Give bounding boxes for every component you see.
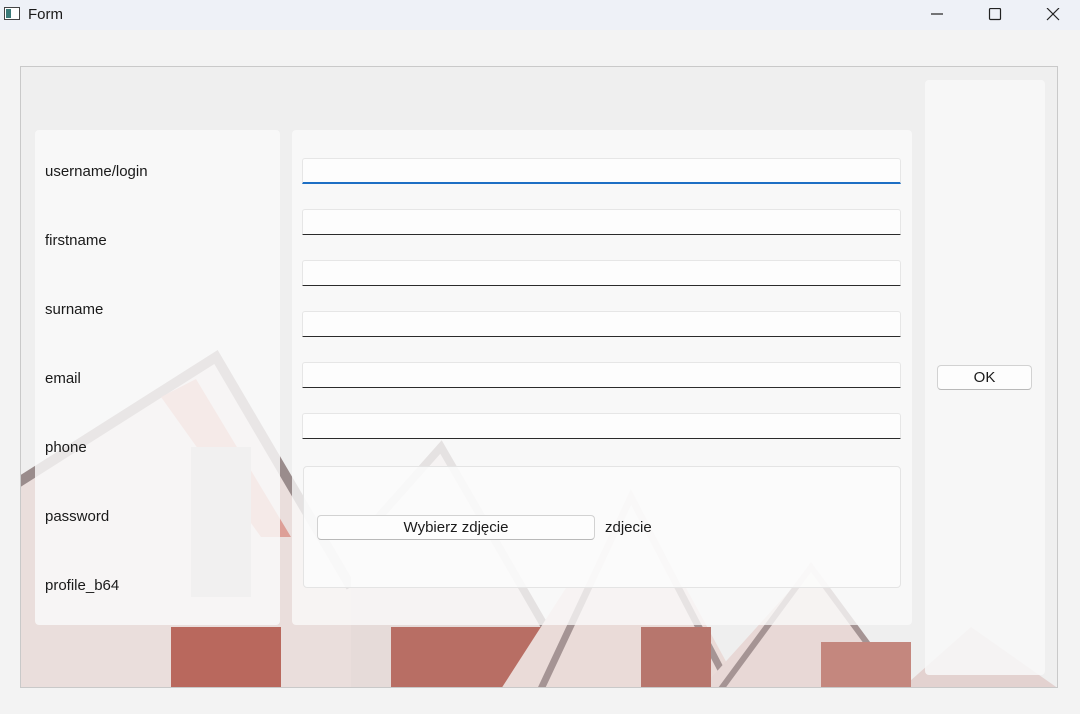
title-bar: Form [0,0,1080,30]
firstname-input[interactable] [302,209,901,235]
minimize-button[interactable] [908,0,966,30]
form-canvas: username/login firstname surname email p… [20,66,1058,688]
profile-photo-group: Wybierz zdjęcie zdjecie [303,466,901,588]
email-input[interactable] [302,311,901,337]
phone-label: phone [45,439,87,456]
username-login-label: username/login [45,163,148,180]
labels-panel: username/login firstname surname email p… [35,130,280,625]
surname-input[interactable] [302,260,901,286]
ok-button[interactable]: OK [937,365,1032,390]
close-button[interactable] [1024,0,1080,30]
surname-label: surname [45,301,104,318]
password-input[interactable] [302,413,901,439]
email-label: email [45,370,81,387]
app-icon [4,7,20,20]
window-title: Form [28,6,63,23]
fields-panel: Wybierz zdjęcie zdjecie [292,130,912,625]
firstname-label: firstname [45,232,107,249]
username-login-input[interactable] [302,158,901,184]
maximize-button[interactable] [966,0,1024,30]
password-label: password [45,508,110,525]
profile-b64-label: profile_b64 [45,577,120,594]
maximize-icon [988,8,1002,21]
actions-panel: OK [925,80,1045,675]
choose-photo-button[interactable]: Wybierz zdjęcie [317,515,595,540]
phone-input[interactable] [302,362,901,388]
photo-label: zdjecie [605,519,652,536]
minimize-icon [931,13,943,15]
close-icon [1046,8,1060,21]
